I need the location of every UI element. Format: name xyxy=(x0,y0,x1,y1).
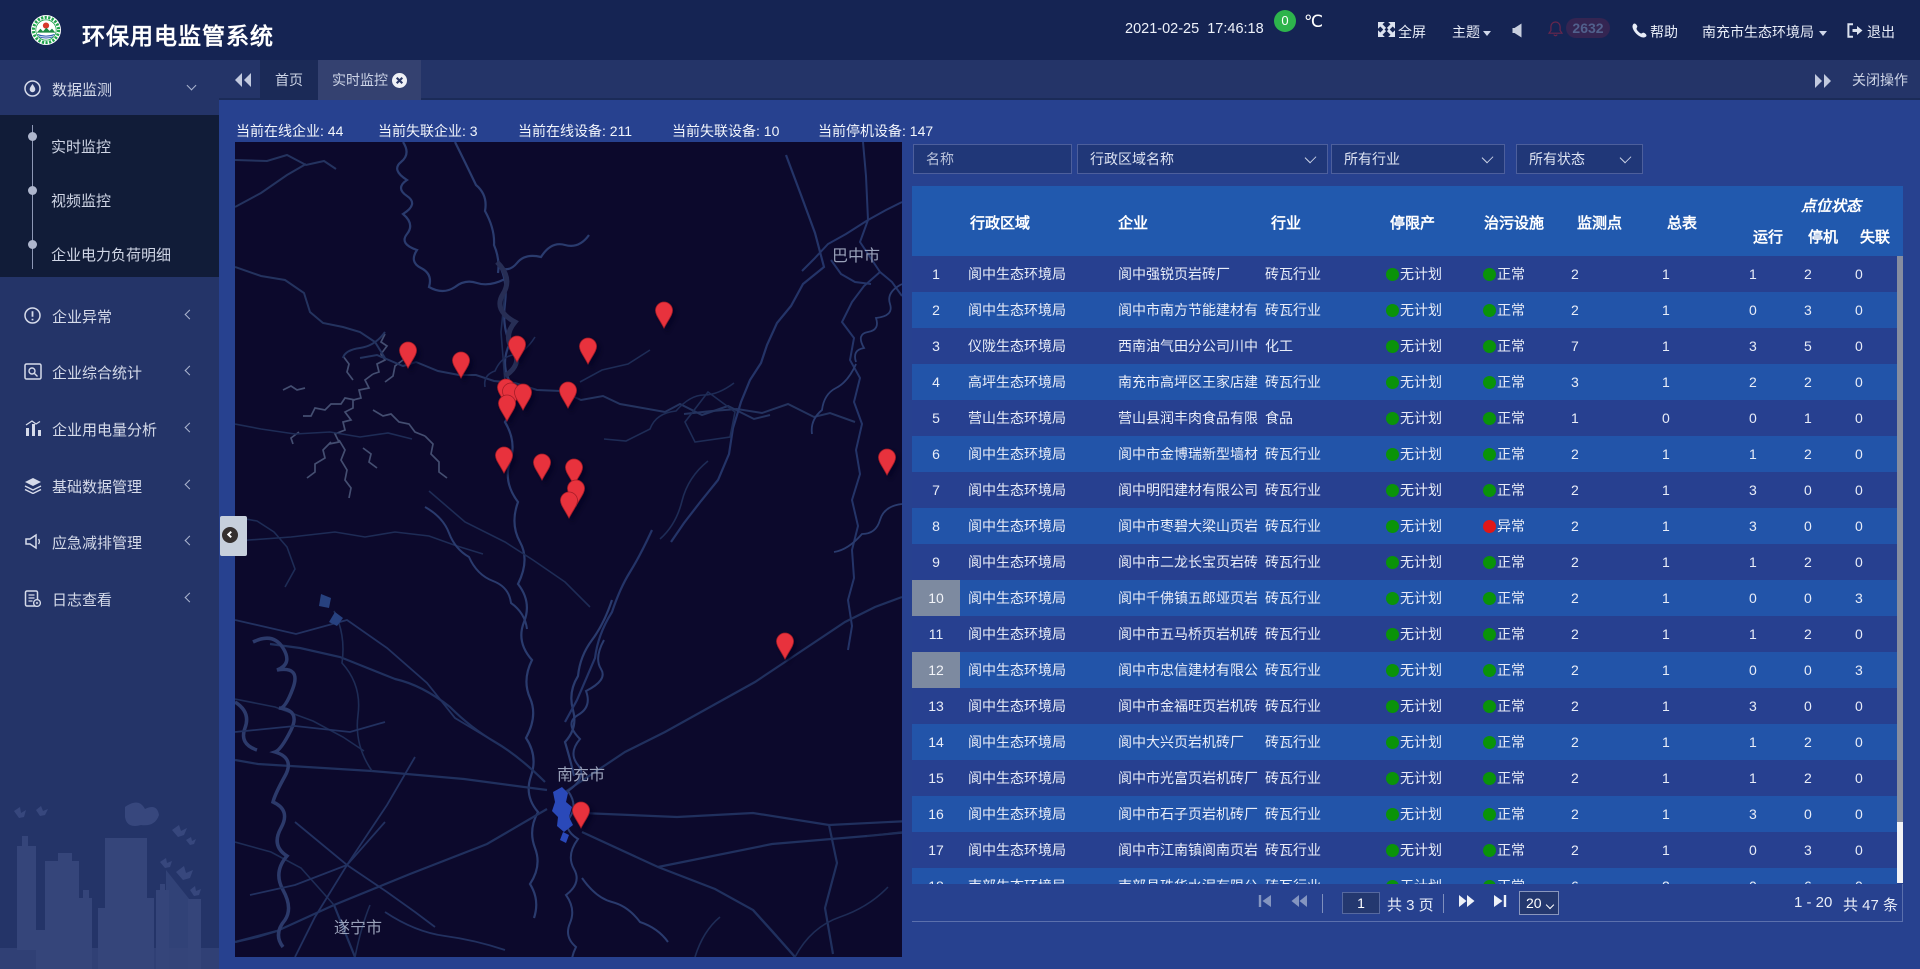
svg-text:遂宁市: 遂宁市 xyxy=(334,919,382,937)
svg-text:巴中市: 巴中市 xyxy=(832,247,880,265)
svg-text:南充市: 南充市 xyxy=(557,766,605,784)
